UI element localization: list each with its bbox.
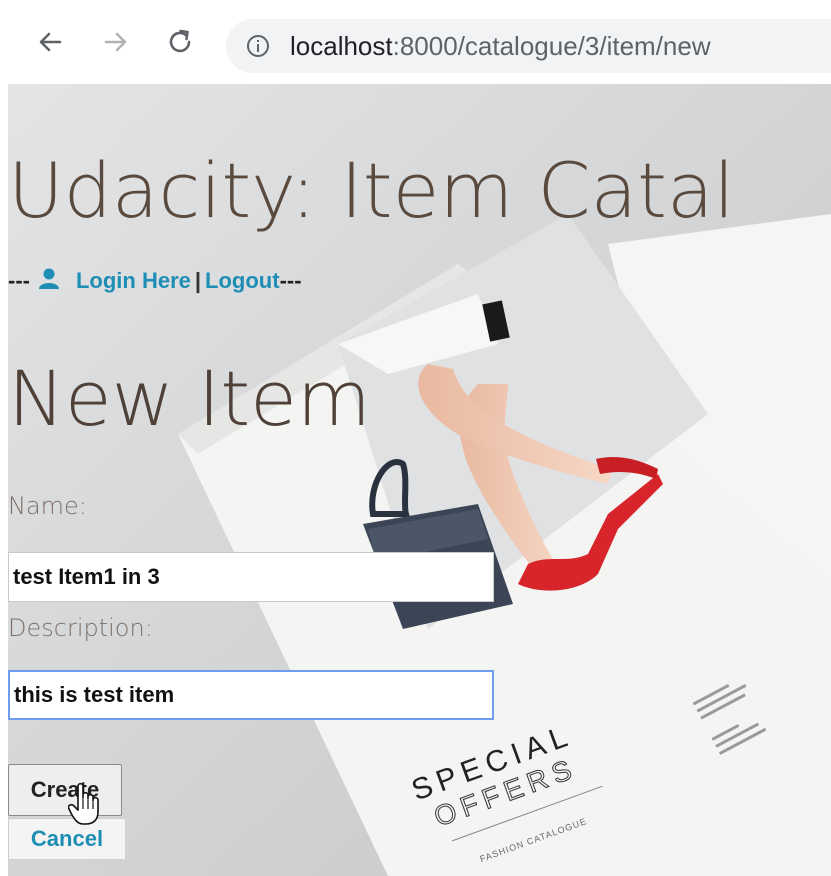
site-title: Udacity: Item Catal: [8, 146, 735, 235]
url-text: localhost:8000/catalogue/3/item/new: [290, 31, 711, 61]
back-arrow-icon: [39, 32, 62, 52]
back-button[interactable]: [30, 22, 70, 62]
reload-icon: [169, 29, 191, 53]
forward-arrow-icon: [104, 32, 127, 52]
page-title: New Item: [8, 354, 371, 443]
create-button[interactable]: Create: [8, 764, 122, 816]
nav-separator: |: [194, 268, 202, 293]
user-icon: [38, 267, 60, 295]
nav-suffix: ---: [279, 268, 302, 293]
url-host: localhost: [290, 31, 393, 61]
info-icon[interactable]: [246, 34, 270, 58]
login-link[interactable]: Login Here: [76, 268, 191, 294]
browser-toolbar: localhost:8000/catalogue/3/item/new: [0, 0, 831, 84]
reload-button[interactable]: [160, 22, 200, 62]
address-bar[interactable]: localhost:8000/catalogue/3/item/new: [226, 19, 831, 73]
forward-button[interactable]: [96, 22, 136, 62]
auth-nav: --- Login Here | Logout ---: [8, 267, 302, 295]
name-label: Name:: [8, 492, 87, 520]
description-label: Description:: [8, 614, 153, 642]
logout-link[interactable]: Logout: [205, 268, 280, 294]
description-input[interactable]: [8, 670, 494, 720]
nav-prefix: ---: [8, 268, 30, 293]
url-path: :8000/catalogue/3/item/new: [392, 31, 711, 61]
name-input[interactable]: [8, 552, 494, 602]
page-body: SPECIAL OFFERS FASHION CATALOGUE Udacity…: [8, 84, 831, 876]
cancel-button[interactable]: Cancel: [8, 818, 126, 860]
